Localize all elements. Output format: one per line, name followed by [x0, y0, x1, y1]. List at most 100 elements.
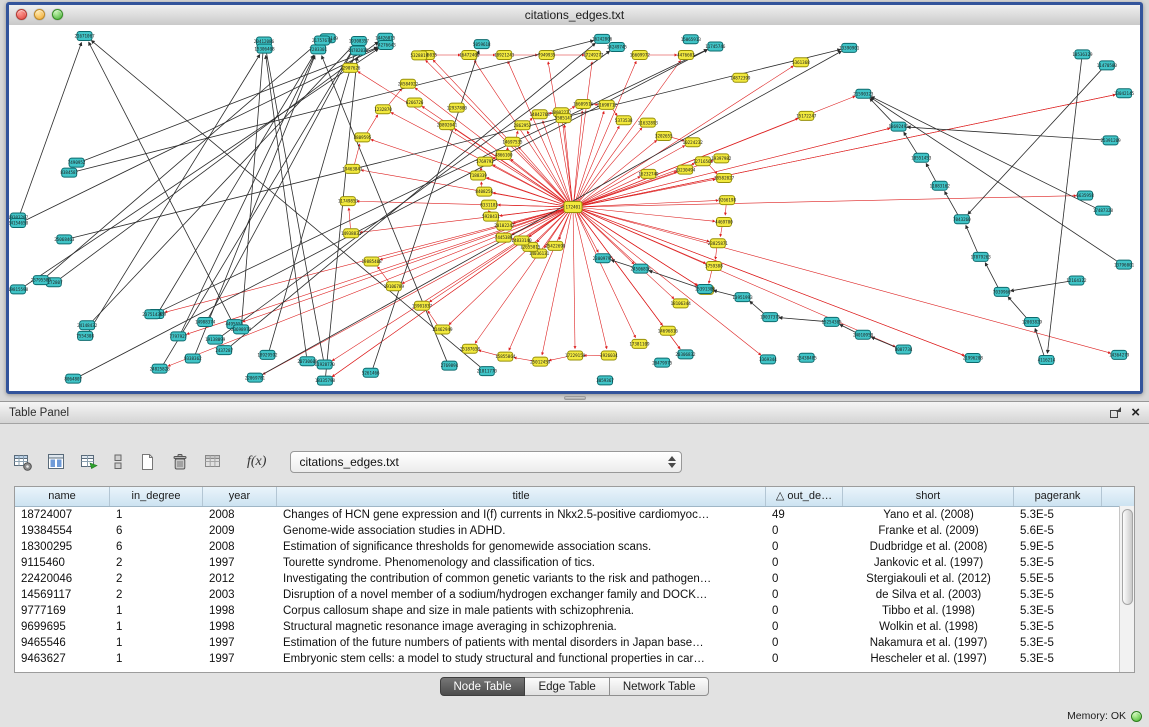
graph-node[interactable]: 17487328 — [1093, 206, 1114, 215]
graph-node[interactable]: 19397982 — [711, 154, 732, 163]
column-header-4[interactable]: △ out_de… — [766, 487, 843, 506]
graph-node[interactable]: 19885408 — [362, 257, 383, 266]
table-cell[interactable]: 0 — [766, 651, 843, 667]
graph-node[interactable]: 11470500 — [1097, 61, 1118, 70]
graph-node[interactable]: 21590323 — [853, 89, 874, 98]
table-cell[interactable]: 5.6E-5 — [1014, 523, 1102, 539]
graph-node[interactable]: 18582027 — [714, 174, 735, 183]
table-cell[interactable]: Disruption of a novel member of a sodium… — [277, 587, 766, 603]
table-cell[interactable]: 9777169 — [15, 603, 110, 619]
table-row[interactable]: 1830029562008Estimation of significance … — [15, 539, 1134, 555]
graph-node[interactable]: 13901837 — [412, 301, 433, 310]
table-cell[interactable]: 1998 — [203, 603, 277, 619]
new-document-button[interactable] — [134, 449, 160, 475]
table-cell[interactable]: 0 — [766, 587, 843, 603]
panel-splitter[interactable] — [0, 394, 1149, 401]
table-selector-dropdown[interactable]: citations_edges.txt — [290, 451, 682, 473]
table-row[interactable]: 977716911998Corpus callosum shape and si… — [15, 603, 1134, 619]
table-cell[interactable]: Wolkin et al. (1998) — [843, 619, 1014, 635]
graph-hub-node[interactable]: 172401 — [564, 202, 582, 213]
graph-node[interactable]: 15306468 — [254, 44, 275, 53]
table-cell[interactable]: Jankovic et al. (1997) — [843, 555, 1014, 571]
graph-node[interactable]: 6266726 — [406, 98, 424, 107]
graph-node[interactable]: 13796001 — [1114, 260, 1135, 269]
table-cell[interactable]: 14569117 — [15, 587, 110, 603]
graph-node[interactable]: 21811770 — [477, 367, 498, 376]
graph-node[interactable]: 18929592 — [257, 350, 278, 359]
table-cell[interactable]: 1997 — [203, 635, 277, 651]
graph-node[interactable]: 18692492 — [888, 122, 909, 131]
close-panel-icon[interactable]: × — [1131, 407, 1140, 418]
graph-node[interactable]: 23825871 — [708, 239, 729, 248]
graph-node[interactable]: 16242806 — [592, 34, 613, 43]
graph-node[interactable]: 16472401 — [459, 51, 480, 60]
table-cell[interactable]: 5.3E-5 — [1014, 507, 1102, 523]
graph-node[interactable]: 11749853 — [338, 197, 359, 206]
graph-node[interactable]: 13438485 — [797, 353, 818, 362]
graph-node[interactable]: 3059367 — [596, 376, 614, 385]
graph-node[interactable]: 16232749 — [638, 169, 659, 178]
table-row[interactable]: 946554611997Estimation of the future num… — [15, 635, 1134, 651]
scrollbar-thumb[interactable] — [1122, 509, 1133, 605]
graph-node[interactable]: 2862952 — [514, 121, 532, 130]
table-cell[interactable]: 5.9E-5 — [1014, 539, 1102, 555]
graph-node[interactable]: 18536329 — [1072, 50, 1093, 59]
table-cell[interactable]: 1998 — [203, 619, 277, 635]
close-button[interactable] — [16, 9, 27, 20]
table-cell[interactable]: Hescheler et al. (1997) — [843, 651, 1014, 667]
graph-node[interactable]: 13390901 — [839, 43, 860, 52]
table-row[interactable]: 911546021997Tourette syndrome. Phenomeno… — [15, 555, 1134, 571]
network-window-titlebar[interactable]: citations_edges.txt — [9, 5, 1140, 26]
graph-node[interactable]: 19138099 — [205, 335, 226, 344]
graph-node[interactable]: 23751438 — [142, 310, 163, 319]
table-cell[interactable]: 6 — [110, 539, 203, 555]
table-cell[interactable]: Dudbridge et al. (2008) — [843, 539, 1014, 555]
table-cell[interactable]: Corpus callosum shape and size in male p… — [277, 603, 766, 619]
table-cell[interactable]: de Silva et al. (2003) — [843, 587, 1014, 603]
graph-node[interactable]: 25068463 — [54, 235, 75, 244]
network-canvas[interactable]: 1724012542269014036131126558151483314074… — [9, 25, 1140, 391]
float-window-icon[interactable] — [1110, 407, 1121, 418]
table-cell[interactable]: 2 — [110, 555, 203, 571]
graph-node[interactable]: 6635958 — [1076, 191, 1094, 200]
graph-node[interactable]: 15391309 — [695, 285, 716, 294]
function-builder-button[interactable]: f(x) — [247, 454, 266, 470]
graph-node[interactable]: 23795580 — [31, 276, 52, 285]
table-cell[interactable]: 1 — [110, 635, 203, 651]
edit-columns-button[interactable] — [76, 449, 102, 475]
graph-node[interactable]: 14988374 — [195, 318, 216, 327]
graph-node[interactable]: 14872399 — [730, 73, 751, 82]
graph-node[interactable]: 14833140 — [511, 236, 532, 245]
graph-node[interactable]: 17249277 — [583, 51, 604, 60]
graph-node[interactable]: 11083162 — [930, 181, 951, 190]
table-row[interactable]: 1456911722003Disruption of a novel membe… — [15, 587, 1134, 603]
graph-node[interactable]: 4866100 — [495, 151, 513, 160]
table-cell[interactable]: 0 — [766, 619, 843, 635]
graph-node[interactable]: 14842768 — [530, 110, 551, 119]
graph-node[interactable]: 24154650 — [9, 219, 29, 228]
graph-node[interactable]: 7043260 — [953, 215, 971, 224]
zoom-button[interactable] — [52, 9, 63, 20]
graph-node[interactable]: 7445389 — [495, 233, 513, 242]
table-cell[interactable]: 1 — [110, 651, 203, 667]
table-row[interactable]: 1872400712008Changes of HCN gene express… — [15, 507, 1134, 523]
tab-network-table[interactable]: Network Table — [609, 677, 710, 696]
table-cell[interactable]: 0 — [766, 571, 843, 587]
graph-node[interactable]: 16609516 — [573, 100, 594, 109]
tab-edge-table[interactable]: Edge Table — [524, 677, 609, 696]
graph-node[interactable]: 8087734 — [895, 345, 913, 354]
graph-node[interactable]: 12003829 — [1022, 318, 1043, 327]
column-header-3[interactable]: title — [277, 487, 766, 506]
graph-node[interactable]: 24010958 — [853, 330, 874, 339]
graph-node[interactable]: 20892041 — [437, 121, 458, 130]
table-cell[interactable]: 1997 — [203, 651, 277, 667]
graph-node[interactable]: 19463841 — [342, 164, 363, 173]
graph-node[interactable]: 19106789 — [384, 282, 405, 291]
graph-node[interactable]: 8384587 — [60, 168, 78, 177]
minimize-button[interactable] — [34, 9, 45, 20]
table-cell[interactable]: Yano et al. (2008) — [843, 507, 1014, 523]
graph-node[interactable]: 24276643 — [376, 40, 397, 49]
graph-node[interactable]: 7797927 — [169, 332, 187, 341]
import-table-button[interactable] — [200, 449, 226, 475]
splitter-handle[interactable] — [564, 396, 586, 400]
